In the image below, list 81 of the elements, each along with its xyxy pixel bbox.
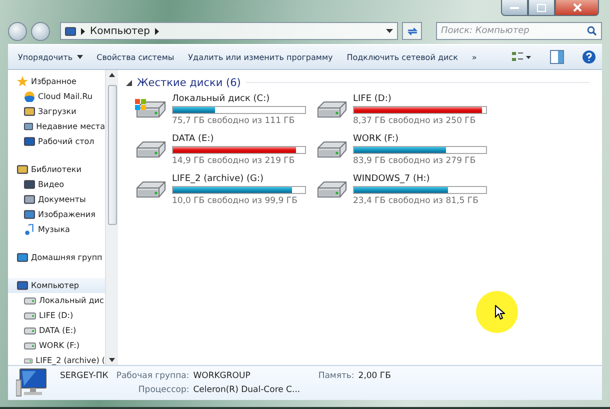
star-icon xyxy=(17,76,28,87)
drive-tile[interactable]: WINDOWS_7 (H:) 23,4 ГБ свободно из 81,5 ГБ xyxy=(315,174,496,206)
music-note-icon xyxy=(24,224,35,235)
close-button[interactable] xyxy=(555,0,599,16)
nav-item[interactable]: Музыка xyxy=(8,222,105,237)
drive-name: DATA (E:) xyxy=(172,134,215,144)
search-icon xyxy=(587,26,597,36)
nav-item[interactable]: Загрузки xyxy=(8,104,105,119)
forward-button[interactable] xyxy=(31,22,50,40)
status-label: Рабочая группа: xyxy=(116,371,190,381)
status-label: Память: xyxy=(318,371,354,381)
toolbar-button[interactable]: Подключить сетевой диск xyxy=(342,50,462,64)
collapse-arrow-icon xyxy=(126,80,132,86)
scrollbar[interactable] xyxy=(105,70,118,365)
mouse-pointer-icon xyxy=(495,305,505,320)
cloud-icon xyxy=(24,91,35,102)
nav-item[interactable]: LIFE_2 (archive) ( xyxy=(8,353,105,365)
address-bar[interactable]: Компьютер xyxy=(60,22,398,40)
nav-item[interactable]: Недавние места xyxy=(8,119,105,134)
view-options-icon[interactable] xyxy=(512,51,532,63)
drive-icon xyxy=(24,296,36,304)
nav-item[interactable]: Рабочий стол xyxy=(8,134,105,149)
chevron-right-icon xyxy=(81,28,85,34)
toolbar-button[interactable]: Упорядочить xyxy=(14,50,87,64)
nav-item[interactable]: Видео xyxy=(8,177,105,192)
drive-tile[interactable]: LIFE (D:) 8,37 ГБ свободно из 250 ГБ xyxy=(315,94,496,126)
minimize-icon xyxy=(510,6,519,9)
breadcrumb[interactable]: Компьютер xyxy=(90,26,150,36)
dropdown-caret-icon xyxy=(386,29,393,33)
drive-tile[interactable]: WORK (F:) 83,9 ГБ свободно из 279 ГБ xyxy=(315,134,496,166)
drive-free-space: 10,0 ГБ свободно из 99,9 ГБ xyxy=(172,196,298,206)
drive-free-space: 8,37 ГБ свободно из 250 ГБ xyxy=(353,116,477,126)
status-value: WORKGROUP xyxy=(193,371,250,381)
nav-item[interactable]: Локальный дис xyxy=(8,293,105,308)
nav-item[interactable]: DATA (E:) xyxy=(8,323,105,338)
nav-item[interactable]: LIFE (D:) xyxy=(8,308,105,323)
status-value: 2,00 ГБ xyxy=(358,371,391,381)
back-button[interactable] xyxy=(8,22,27,40)
drive-free-space: 83,9 ГБ свободно из 279 ГБ xyxy=(353,156,477,166)
status-label: Процессор: xyxy=(137,385,190,395)
drive-name: WORK (F:) xyxy=(353,134,400,144)
toolbar-button[interactable]: Удалить или изменить программу xyxy=(184,50,337,64)
scroll-down-icon xyxy=(109,358,115,362)
refresh-button[interactable] xyxy=(402,22,422,40)
caret-icon xyxy=(76,55,83,59)
nav-group[interactable]: Избранное xyxy=(8,74,105,89)
close-icon xyxy=(572,3,582,12)
chevron-right-icon xyxy=(154,28,159,34)
nav-item[interactable]: Изображения xyxy=(8,207,105,222)
drive-tile[interactable]: Локальный диск (C:) 75,7 ГБ свободно из 111 ГБ xyxy=(134,94,315,126)
group-header[interactable]: Жесткие диски (6) xyxy=(137,76,241,88)
nav-item[interactable]: Документы xyxy=(8,192,105,207)
nav-item[interactable]: WORK (F:) xyxy=(8,338,105,353)
drive-icon xyxy=(24,342,36,350)
more-button[interactable]: » xyxy=(468,50,481,64)
toolbar-button[interactable]: Свойства системы xyxy=(92,50,178,64)
drive-name: LIFE (D:) xyxy=(353,94,392,104)
nav-group[interactable]: Домашняя групп xyxy=(8,250,105,265)
drive-tile[interactable]: LIFE_2 (archive) (G:) 10,0 ГБ свободно из 99,9 ГБ xyxy=(134,174,315,206)
drive-free-space: 14,9 ГБ свободно из 219 ГБ xyxy=(172,156,296,166)
nav-group[interactable]: Библиотеки xyxy=(8,162,105,177)
drive-name: WINDOWS_7 (H:) xyxy=(353,174,431,184)
help-icon[interactable] xyxy=(582,50,596,64)
drive-free-space: 23,4 ГБ свободно из 81,5 ГБ xyxy=(353,196,480,206)
scroll-up-icon xyxy=(109,73,115,77)
preview-pane-icon[interactable] xyxy=(550,50,564,64)
drive-name: Локальный диск (C:) xyxy=(172,94,271,104)
drive-icon xyxy=(24,326,36,334)
drive-name: LIFE_2 (archive) (G:) xyxy=(172,174,265,184)
refresh-icon xyxy=(406,26,418,36)
nav-item[interactable]: Cloud Mail.Ru xyxy=(8,89,105,104)
drive-icon xyxy=(24,312,36,320)
nav-group[interactable]: Компьютер xyxy=(8,278,105,293)
maximize-icon xyxy=(537,4,546,12)
drive-icon xyxy=(24,356,33,364)
status-value: Celeron(R) Dual-Core C... xyxy=(193,385,302,395)
maximize-button[interactable] xyxy=(528,0,555,16)
drive-free-space: 75,7 ГБ свободно из 111 ГБ xyxy=(172,116,296,126)
computer-name: SERGEY-ПК xyxy=(60,371,108,381)
minimize-button[interactable] xyxy=(501,0,528,16)
drive-tile[interactable]: DATA (E:) 14,9 ГБ свободно из 219 ГБ xyxy=(134,134,315,166)
